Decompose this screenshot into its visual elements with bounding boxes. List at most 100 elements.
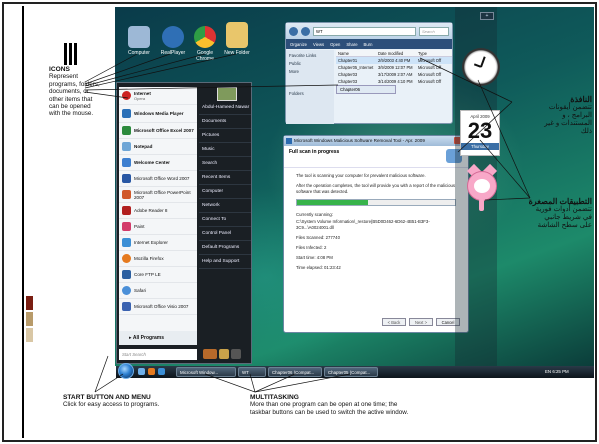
nav-public[interactable]: Public <box>289 60 331 68</box>
column-name[interactable]: Name <box>336 50 378 56</box>
nav-more[interactable]: More <box>289 68 331 76</box>
desktop-icon-label: Google Chrome <box>196 50 214 62</box>
explorer-status-item[interactable]: Chapter06 <box>336 85 396 94</box>
desktop-icon-new-folder[interactable]: New Folder <box>220 22 254 56</box>
power-icon[interactable] <box>203 349 217 359</box>
column-date[interactable]: Date modified <box>378 50 418 56</box>
calendar-gadget[interactable]: April 2009 23 Thursday <box>460 110 500 156</box>
calendar-weekday: Thursday <box>461 143 499 150</box>
start-menu-item[interactable]: Safari <box>119 283 197 299</box>
start-menu-item[interactable]: Mozilla Firefox <box>119 251 197 267</box>
start-menu-place[interactable]: Connect To <box>199 213 251 227</box>
app-icon <box>286 138 292 144</box>
address-field[interactable]: WT <box>313 26 416 36</box>
decor-bar <box>26 296 33 310</box>
folder-icon <box>226 22 248 48</box>
start-menu-place[interactable]: Search <box>199 157 251 171</box>
explorer-address-bar: WT Search <box>286 23 452 39</box>
nav-folders[interactable]: Folders <box>289 90 331 98</box>
icons-annotation-line: documents, or <box>49 88 89 96</box>
start-menu-item-label: Microsoft Office Visio 2007 <box>134 304 189 309</box>
adobe-reader-icon <box>122 206 131 215</box>
start-menu-item[interactable]: Notepad <box>119 139 197 155</box>
start-menu-place[interactable]: Recent Items <box>199 171 251 185</box>
table-row[interactable]: Chapter03 3/17/2009 2:07 AM Microsoft Off <box>336 71 452 78</box>
all-programs-button[interactable]: ▸ All Programs <box>119 331 197 345</box>
start-menu-item[interactable]: Microsoft Office Excel 2007 <box>119 123 197 139</box>
start-menu-item[interactable]: Core FTP LE <box>119 267 197 283</box>
start-menu-place[interactable]: Abdul-Hameed Nawar <box>199 101 251 115</box>
column-type[interactable]: Type <box>418 50 452 56</box>
cell: Microsoft Off <box>418 72 442 77</box>
icons-annotation-line: other items that <box>49 95 93 103</box>
marker-bars <box>64 43 78 65</box>
desktop-icon-label: Computer <box>128 50 150 56</box>
start-search-input[interactable]: Start Search <box>119 349 197 360</box>
taskbar-button[interactable]: WT <box>238 367 266 377</box>
internet-explorer-icon[interactable] <box>158 368 165 375</box>
lock-icon[interactable] <box>219 349 229 359</box>
safari-icon <box>122 286 131 295</box>
start-button[interactable] <box>118 363 134 379</box>
desktop-icon-chrome[interactable]: Google Chrome <box>188 26 222 62</box>
back-button[interactable]: < Back <box>382 318 406 326</box>
start-menu-item-label: Microsoft Office Excel 2007 <box>134 128 194 133</box>
table-row[interactable]: Chapter05_Internet 3/9/2009 12:07 PM Micro… <box>336 64 452 71</box>
start-menu-item[interactable]: Microsoft Office Visio 2007 <box>119 299 197 315</box>
start-menu-item[interactable]: Adobe Reader 8 <box>119 203 197 219</box>
start-menu-place[interactable]: Pictures <box>199 129 251 143</box>
cell: 3/9/2009 12:07 PM <box>378 65 413 70</box>
dialog-text: The tool is scanning your computer for p… <box>296 173 426 178</box>
next-button[interactable]: Next > <box>409 318 433 326</box>
show-desktop-icon[interactable] <box>138 368 145 375</box>
start-menu-item[interactable]: Microsoft Office PowerPoint 2007 <box>119 187 197 203</box>
toolbar-organize[interactable]: Organize <box>290 42 307 47</box>
system-tray[interactable]: EN 6:25 PM <box>543 367 571 377</box>
start-menu-place[interactable]: Help and Support <box>199 255 251 269</box>
table-row[interactable]: Chapter03 3/14/2009 4:10 PM Microsoft Off <box>336 78 452 85</box>
start-menu-item-label: Internet <box>134 90 151 96</box>
start-menu: Internet Opera Windows Media Player Micr… <box>116 82 252 364</box>
cell: Chapter03 <box>338 79 358 84</box>
shutdown-options-icon[interactable] <box>231 349 241 359</box>
start-menu-item[interactable]: Microsoft Office Word 2007 <box>119 171 197 187</box>
toolbar-burn[interactable]: Burn <box>364 42 373 47</box>
toolbar-share[interactable]: Share <box>346 42 357 47</box>
table-row[interactable]: Chapter01 2/9/2003 4:40 PM Microsoft Off <box>336 57 452 64</box>
calendar-day: 23 <box>467 118 493 143</box>
start-menu-item[interactable]: Internet Opera <box>119 87 197 105</box>
start-menu-item-sub: Opera <box>134 95 146 101</box>
desktop-icon-computer[interactable]: Computer <box>122 26 156 56</box>
start-menu-place[interactable]: Music <box>199 143 251 157</box>
taskbar-button[interactable]: Chapter06 (Compat... <box>268 367 322 377</box>
quick-launch <box>138 368 165 375</box>
start-menu-place[interactable]: Control Panel <box>199 227 251 241</box>
start-menu-item[interactable]: Internet Explorer <box>119 235 197 251</box>
start-menu-place[interactable]: Documents <box>199 115 251 129</box>
explorer-search-input[interactable]: Search <box>419 26 449 36</box>
user-picture[interactable] <box>217 87 237 101</box>
cell: Chapter03 <box>338 72 358 77</box>
start-menu-place[interactable]: Computer <box>199 185 251 199</box>
cat-clock-gadget[interactable] <box>465 163 499 213</box>
start-menu-item[interactable]: Windows Media Player <box>119 105 197 123</box>
taskbar-button[interactable]: Chapter05 (Compat... <box>324 367 378 377</box>
start-menu-item[interactable]: Paint <box>119 219 197 235</box>
clock-gadget[interactable] <box>462 48 500 86</box>
desktop-icon-realplayer[interactable]: RealPlayer <box>156 26 190 56</box>
taskbar-button[interactable]: Microsoft Window... <box>176 367 236 377</box>
start-menu-place[interactable]: Default Programs <box>199 241 251 255</box>
computer-icon <box>128 26 150 48</box>
firefox-icon[interactable] <box>148 368 155 375</box>
start-menu-place[interactable]: Network <box>199 199 251 213</box>
start-menu-item[interactable]: Welcome Center <box>119 155 197 171</box>
excel-icon <box>122 126 131 135</box>
add-gadget-button[interactable]: + <box>480 12 494 20</box>
icons-annotation: ICONS Represent programs, folders, docum… <box>49 66 107 118</box>
forward-icon[interactable] <box>301 26 310 36</box>
toolbar-views[interactable]: Views <box>313 42 324 47</box>
malware-tool-dialog: Microsoft Windows Malicious Software Rem… <box>283 135 469 333</box>
media-player-icon <box>122 109 131 118</box>
toolbar-open[interactable]: Open <box>330 42 340 47</box>
back-icon[interactable] <box>289 26 298 36</box>
